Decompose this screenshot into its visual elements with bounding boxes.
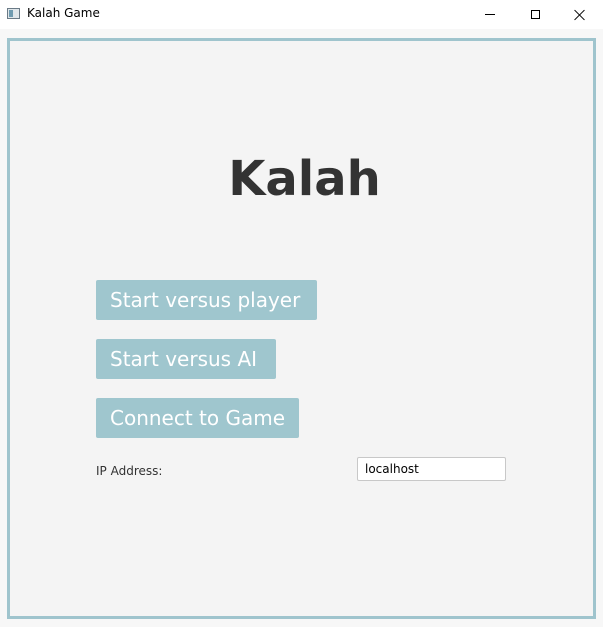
- start-versus-player-button[interactable]: Start versus player: [96, 280, 317, 320]
- maximize-button[interactable]: [512, 0, 558, 29]
- app-window-icon: [7, 8, 20, 19]
- maximize-icon: [530, 10, 540, 19]
- app-window: Kalah Game Kalah Start versus player Sta…: [0, 0, 603, 627]
- ip-address-label: IP Address:: [96, 464, 163, 478]
- ip-address-input[interactable]: [357, 457, 506, 481]
- window-title: Kalah Game: [27, 6, 100, 20]
- minimize-button[interactable]: [467, 0, 513, 29]
- close-button[interactable]: [557, 0, 603, 29]
- connect-to-game-button[interactable]: Connect to Game: [96, 398, 299, 438]
- close-icon: [574, 9, 586, 21]
- minimize-icon: [485, 14, 495, 15]
- start-versus-ai-button[interactable]: Start versus AI: [96, 339, 276, 379]
- main-menu-panel: Kalah Start versus player Start versus A…: [7, 38, 596, 619]
- game-title: Kalah: [228, 151, 381, 207]
- window-content: Kalah Start versus player Start versus A…: [0, 29, 603, 627]
- title-bar[interactable]: Kalah Game: [0, 0, 603, 29]
